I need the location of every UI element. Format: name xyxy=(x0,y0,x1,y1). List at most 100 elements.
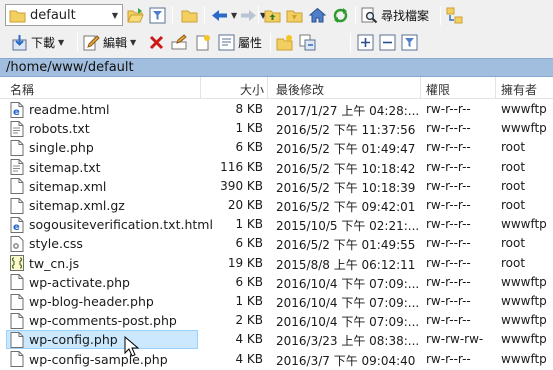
file-name-cell[interactable]: e sogousiteverification.txt.html xyxy=(6,215,213,234)
svg-text:e: e xyxy=(13,222,20,233)
delete-button[interactable] xyxy=(148,32,165,52)
file-toolbar: 下載 ▼ 編輯 ▼ 屬性 xyxy=(0,29,553,56)
select-all-button[interactable] xyxy=(357,32,374,52)
download-button[interactable]: 下載 ▼ xyxy=(11,32,64,52)
chevron-down-icon[interactable]: ▼ xyxy=(130,38,136,47)
file-icon xyxy=(10,139,24,156)
new-file-icon xyxy=(194,34,211,51)
file-name: single.php xyxy=(29,140,94,156)
file-owner: wwwftp xyxy=(501,102,547,116)
column-header-permissions[interactable]: 權限 xyxy=(426,81,450,98)
file-row[interactable]: sitemap.txt 116 KB 2016/5/2 下午 10:18:42 rw-… xyxy=(0,158,553,177)
file-row[interactable]: wp-comments-post.php 2 KB 2016/10/4 下午 07:… xyxy=(0,311,553,330)
file-size: 2 KB xyxy=(235,313,263,328)
file-name-cell[interactable]: wp-config.php xyxy=(6,330,198,350)
chevron-down-icon[interactable]: ▼ xyxy=(231,11,237,20)
file-size: 20 KB xyxy=(227,198,263,212)
file-owner: root xyxy=(501,255,526,270)
filter-select-button[interactable] xyxy=(401,32,418,52)
file-modified: 2017/1/27 上午 04:28:... xyxy=(276,104,420,118)
column-header-name[interactable]: 名稱 xyxy=(10,81,34,98)
file-owner: wwwftp xyxy=(501,294,547,308)
file-icon xyxy=(10,351,24,368)
open-folder-button[interactable] xyxy=(127,5,144,25)
file-name-cell[interactable]: sitemap.txt xyxy=(6,158,198,177)
properties-label: 屬性 xyxy=(238,35,263,50)
deselect-button[interactable] xyxy=(379,32,396,52)
file-owner: root xyxy=(501,178,526,193)
column-header-modified[interactable]: 最後修改 xyxy=(276,81,324,98)
file-name-cell[interactable]: wp-config-sample.php xyxy=(6,350,198,369)
file-row[interactable]: single.php 6 KB 2016/5/2 下午 01:49:47 rw-r--… xyxy=(0,138,553,157)
file-name: readme.html xyxy=(29,102,110,117)
forward-button[interactable]: ▼ xyxy=(240,5,266,25)
refresh-icon xyxy=(332,7,349,24)
file-permissions: rw-r--r-- xyxy=(426,159,471,174)
column-header-owner[interactable]: 擁有者 xyxy=(501,81,537,98)
file-name-cell[interactable]: sitemap.xml.gz xyxy=(6,196,198,215)
file-name: wp-comments-post.php xyxy=(29,313,177,329)
file-row[interactable]: wp-blog-header.php 1 KB 2016/10/4 下午 07:09… xyxy=(0,292,553,311)
file-name-cell[interactable]: wp-comments-post.php xyxy=(6,311,198,330)
refresh-button[interactable] xyxy=(332,5,349,25)
file-permissions: rw-r--r-- xyxy=(426,294,471,308)
file-size: 4 KB xyxy=(235,351,263,366)
column-header-size[interactable]: 大小 xyxy=(240,81,264,98)
file-row[interactable]: wp-config-sample.php 4 KB 2016/3/7 下午 09:0… xyxy=(0,350,553,369)
chevron-down-icon[interactable]: ▼ xyxy=(108,5,122,25)
chevron-down-icon[interactable]: ▼ xyxy=(58,38,64,47)
plus-icon xyxy=(357,34,374,51)
new-file-button[interactable] xyxy=(194,32,211,52)
file-name-cell[interactable]: style.css xyxy=(6,234,198,253)
file-size: 6 KB xyxy=(235,140,263,155)
file-name-cell[interactable]: wp-activate.php xyxy=(6,273,198,292)
file-row[interactable]: robots.txt 1 KB 2016/5/2 下午 11:37:56 rw-r--… xyxy=(0,119,553,138)
folder-tree-button[interactable] xyxy=(181,5,198,25)
file-name-cell[interactable]: e readme.html xyxy=(6,100,198,119)
file-name-cell[interactable]: sitemap.xml xyxy=(6,177,198,196)
search-icon xyxy=(361,7,378,24)
file-row[interactable]: e sogousiteverification.txt.html 1 KB 2015/… xyxy=(0,215,553,234)
file-row[interactable]: wp-config.php 4 KB 2016/3/23 上午 08:38:... r… xyxy=(0,330,553,350)
file-row[interactable]: sitemap.xml.gz 20 KB 2016/5/2 下午 09:42:01 r… xyxy=(0,196,553,215)
path-combo[interactable]: default ▼ xyxy=(5,4,123,26)
script-file-icon xyxy=(10,255,24,272)
edit-label: 編輯 xyxy=(103,35,128,50)
file-row[interactable]: sitemap.xml 390 KB 2016/5/2 下午 10:18:39 rw-… xyxy=(0,177,553,196)
file-row[interactable]: style.css 6 KB 2016/5/2 下午 01:49:55 rw-r--r… xyxy=(0,234,553,253)
file-name-cell[interactable]: robots.txt xyxy=(6,119,198,138)
new-folder-button[interactable] xyxy=(276,32,293,52)
copy-path-button[interactable] xyxy=(299,32,316,52)
file-row[interactable]: e readme.html 8 KB 2017/1/27 上午 04:28:... rw… xyxy=(0,100,553,119)
file-size: 6 KB xyxy=(235,274,263,289)
find-files-button[interactable]: 尋找檔案 xyxy=(361,5,429,25)
file-owner: root xyxy=(501,159,526,174)
rename-icon xyxy=(171,33,188,51)
back-button[interactable]: ▼ xyxy=(211,5,237,25)
file-permissions: rw-r--r-- xyxy=(426,236,471,251)
file-icon xyxy=(10,274,24,291)
properties-button[interactable]: 屬性 xyxy=(218,32,262,52)
file-name-cell[interactable]: wp-blog-header.php xyxy=(6,292,198,311)
edit-button[interactable]: 編輯 ▼ xyxy=(83,32,136,52)
file-name-cell[interactable]: tw_cn.js xyxy=(6,254,198,273)
text-file-icon xyxy=(10,159,24,176)
copy-path-icon xyxy=(299,34,316,51)
file-modified: 2016/5/2 下午 01:49:47 xyxy=(276,142,416,157)
root-folder-button[interactable] xyxy=(286,5,303,25)
new-folder-icon xyxy=(276,34,293,51)
rename-button[interactable] xyxy=(171,32,188,52)
file-size: 116 KB xyxy=(220,159,263,174)
file-owner: wwwftp xyxy=(501,121,547,136)
file-name: wp-blog-header.php xyxy=(29,294,154,309)
file-modified: 2016/5/2 下午 09:42:01 xyxy=(276,200,416,214)
file-name-cell[interactable]: single.php xyxy=(6,138,198,157)
file-row[interactable]: tw_cn.js 19 KB 2015/8/8 上午 06:12:11 rw-r--r… xyxy=(0,254,553,273)
filter-button[interactable] xyxy=(149,5,166,25)
sync-browse-button[interactable] xyxy=(446,5,463,25)
home-button[interactable] xyxy=(309,5,326,25)
file-owner: root xyxy=(501,236,526,251)
file-row[interactable]: wp-activate.php 6 KB 2016/10/4 下午 07:09:..… xyxy=(0,273,553,292)
file-permissions: rw-r--r-- xyxy=(426,178,471,193)
parent-folder-button[interactable] xyxy=(264,5,281,25)
